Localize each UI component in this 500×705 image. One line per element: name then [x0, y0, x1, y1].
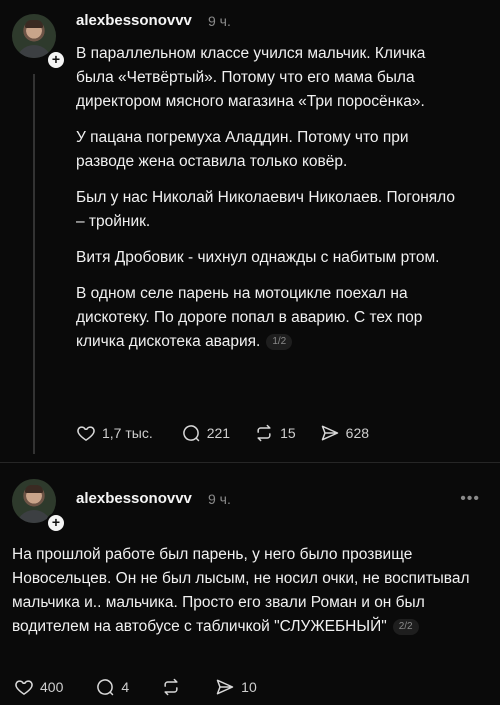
post-text: В параллельном классе учился мальчик. Кл…	[76, 42, 460, 366]
send-icon	[216, 679, 234, 695]
repost-count: 15	[280, 425, 296, 441]
comment-button[interactable]: 4	[95, 677, 129, 697]
like-button[interactable]: 400	[14, 677, 63, 697]
like-count: 400	[40, 679, 64, 695]
page-badge: 1/2	[266, 333, 293, 350]
comment-icon	[182, 425, 199, 442]
share-button[interactable]: 628	[320, 423, 369, 443]
action-bar: 1,7 тыс. 221 15 628	[76, 423, 393, 443]
paragraph: Был у нас Николай Николаевич Николаев. П…	[76, 189, 456, 230]
post-time: 9 ч.	[208, 491, 231, 507]
paragraph: В параллельном классе учился мальчик. Кл…	[76, 45, 426, 110]
post-1: + alexbessonovvv 9 ч. В параллельном кла…	[0, 0, 500, 462]
comment-count: 221	[206, 425, 231, 441]
paragraph: У пацана погремуха Аладдин. Потому что п…	[76, 129, 409, 170]
share-count: 10	[241, 679, 257, 695]
thread-line	[33, 74, 35, 454]
paragraph: В одном селе парень на мотоцикле поехал …	[76, 282, 460, 354]
follow-plus-icon[interactable]: +	[46, 50, 66, 70]
paragraph: Витя Дробовик - чихнул однажды с набитым…	[76, 249, 440, 266]
share-button[interactable]: 10	[215, 677, 257, 697]
post-2: + alexbessonovvv 9 ч. ••• На прошлой раб…	[0, 462, 500, 705]
comment-button[interactable]: 221	[181, 423, 230, 443]
comment-count: 4	[121, 679, 130, 695]
more-options-icon[interactable]: •••	[460, 490, 480, 508]
action-bar: 400 4 10	[14, 677, 281, 697]
repost-button[interactable]: 15	[254, 423, 296, 443]
username[interactable]: alexbessonovvv	[76, 12, 192, 29]
post-time: 9 ч.	[208, 13, 231, 29]
repost-icon	[257, 424, 271, 442]
heart-icon	[77, 426, 95, 441]
username[interactable]: alexbessonovvv	[76, 490, 192, 507]
follow-plus-icon[interactable]: +	[46, 513, 66, 533]
like-count: 1,7 тыс.	[102, 425, 153, 441]
comment-icon	[97, 679, 114, 696]
paragraph-text: В одном селе парень на мотоцикле поехал …	[76, 285, 423, 350]
repost-button[interactable]	[161, 677, 187, 697]
heart-icon	[15, 680, 33, 695]
share-count: 628	[345, 425, 370, 441]
send-icon	[321, 425, 338, 441]
paragraph: На прошлой работе был парень, у него был…	[12, 543, 472, 639]
post-text: На прошлой работе был парень, у него был…	[12, 543, 472, 639]
repost-icon	[164, 678, 178, 696]
page-badge: 2/2	[392, 618, 419, 635]
like-button[interactable]: 1,7 тыс.	[76, 423, 153, 443]
